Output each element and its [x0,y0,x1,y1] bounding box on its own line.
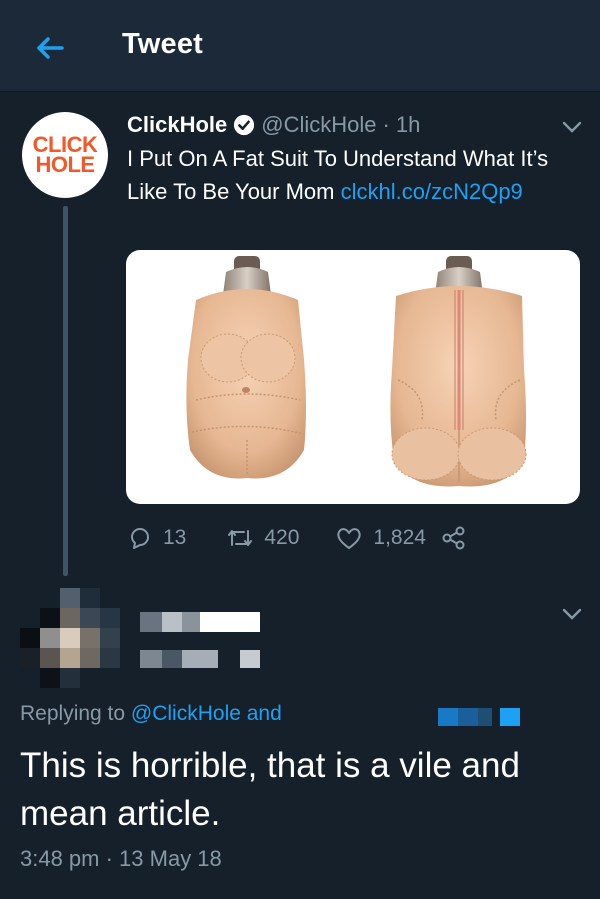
reply-icon [131,528,149,549]
replying-to: Replying to @ClickHole and [20,702,282,726]
tweet-actions: 13 420 1,824 [127,520,547,556]
tweet-time[interactable]: 1h [396,112,420,138]
meta-separator: · [382,112,390,137]
retweet-count: 420 [264,526,300,549]
tweet-link[interactable]: clckhl.co/zcN2Qp9 [341,179,523,204]
chevron-down-icon[interactable] [560,117,584,137]
tweet-text: I Put On A Fat Suit To Understand What I… [127,142,567,208]
reply-count: 13 [163,526,187,549]
author-avatar-column: CLICK HOLE [22,112,108,198]
replying-suffix[interactable]: and [241,702,282,725]
page-title: Tweet [122,28,204,60]
reply-action[interactable]: 13 [127,525,226,551]
author-name[interactable]: ClickHole [127,112,227,138]
reply-timestamp[interactable]: 3:48 pm · 13 May 18 [20,846,222,872]
reply-author-name-redacted [140,612,270,672]
top-app-bar: Tweet [0,0,600,92]
tweet-meta: ClickHole @ClickHole · 1h [127,110,572,140]
clickhole-avatar[interactable]: CLICK HOLE [22,112,108,198]
replying-prefix: Replying to [20,702,131,725]
like-count: 1,824 [373,526,426,549]
back-arrow-icon[interactable] [30,28,70,68]
thread-line [63,206,68,576]
logo-text-hole: HOLE [35,152,95,177]
verified-badge-icon [234,114,255,136]
replying-mention-redacted [438,708,520,726]
replying-mention[interactable]: @ClickHole [131,702,241,725]
share-action[interactable] [440,525,478,551]
reply-author-avatar[interactable] [20,580,120,690]
reply-text: This is horrible, that is a vile and mea… [20,746,520,833]
fat-suit-illustration [186,256,527,487]
like-action[interactable]: 1,824 [335,525,440,551]
retweet-action[interactable]: 420 [226,525,335,551]
heart-icon [337,528,362,549]
share-icon [442,526,465,550]
tweet-body: ClickHole @ClickHole · 1h I Put On A Fat… [127,110,572,208]
author-handle[interactable]: @ClickHole [261,112,376,138]
chevron-down-icon[interactable] [560,604,584,624]
tweet-media-image[interactable] [126,250,580,504]
retweet-icon [228,530,253,546]
